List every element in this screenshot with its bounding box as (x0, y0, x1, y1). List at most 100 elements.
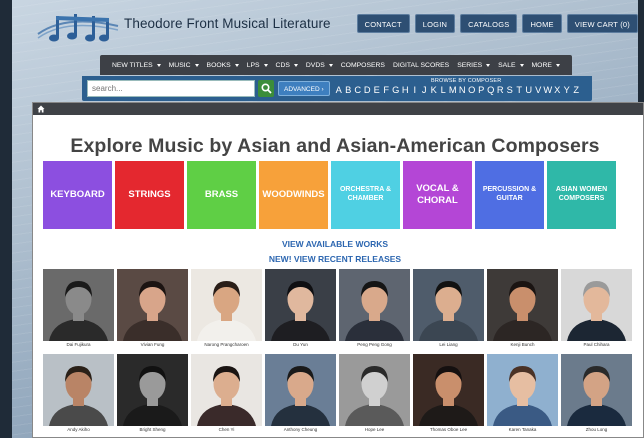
composer-photo[interactable] (191, 354, 262, 426)
letter-link-w[interactable]: W (543, 85, 553, 95)
composer-name[interactable]: Karen Tanaka (487, 426, 558, 433)
letter-link-r[interactable]: R (496, 85, 506, 95)
composer-card[interactable]: Paul Chihara (561, 269, 632, 348)
composer-card[interactable]: Lei Liang (413, 269, 484, 348)
composer-photo[interactable] (339, 269, 410, 341)
composer-card[interactable]: Thomas Oboe Lee (413, 354, 484, 433)
composer-name[interactable]: Bright Sheng (117, 426, 188, 433)
letter-link-z[interactable]: Z (572, 85, 582, 95)
composer-photo[interactable] (487, 269, 558, 341)
composer-card[interactable]: Hope Lee (339, 354, 410, 433)
nav-cds[interactable]: CDS (276, 62, 298, 69)
letter-link-v[interactable]: V (534, 85, 544, 95)
category-tile-strings[interactable]: STRINGS (115, 161, 184, 229)
composer-photo[interactable] (265, 354, 336, 426)
letter-link-a[interactable]: A (334, 85, 344, 95)
nav-music[interactable]: MUSIC (169, 62, 199, 69)
composer-card[interactable]: Karen Tanaka (487, 354, 558, 433)
letter-link-q[interactable]: Q (486, 85, 496, 95)
composer-photo[interactable] (191, 269, 262, 341)
view-available-works-link[interactable]: VIEW AVAILABLE WORKS (33, 237, 637, 252)
composer-card[interactable]: Andy Akiho (43, 354, 114, 433)
composer-card[interactable]: Kenji Bunch (487, 269, 558, 348)
composer-card[interactable]: Chen Yi (191, 354, 262, 433)
login-button[interactable]: LOGIN (414, 14, 456, 33)
letter-link-p[interactable]: P (477, 85, 487, 95)
nav-dvds[interactable]: DVDS (306, 62, 333, 69)
letter-link-u[interactable]: U (524, 85, 534, 95)
composer-photo[interactable] (43, 269, 114, 341)
composer-name[interactable]: Peng Peng Gong (339, 341, 410, 348)
letter-link-j[interactable]: J (420, 85, 430, 95)
nav-more[interactable]: MORE (532, 62, 560, 69)
letter-link-l[interactable]: L (439, 85, 449, 95)
letter-link-d[interactable]: D (363, 85, 373, 95)
letter-link-i[interactable]: I (410, 85, 420, 95)
composer-name[interactable]: Du Yun (265, 341, 336, 348)
letter-link-h[interactable]: H (401, 85, 411, 95)
search-input[interactable] (87, 80, 255, 97)
composer-card[interactable]: Peng Peng Gong (339, 269, 410, 348)
search-button[interactable] (258, 80, 274, 97)
composer-photo[interactable] (561, 354, 632, 426)
category-tile-vocal-choral[interactable]: VOCAL & CHORAL (403, 161, 472, 229)
composer-card[interactable]: Vivian Fung (117, 269, 188, 348)
site-title[interactable]: Theodore Front Musical Literature (124, 16, 331, 31)
composer-name[interactable]: Narong Prangcharoen (191, 341, 262, 348)
composer-card[interactable]: Bright Sheng (117, 354, 188, 433)
letter-link-s[interactable]: S (505, 85, 515, 95)
composer-photo[interactable] (561, 269, 632, 341)
composer-name[interactable]: Lei Liang (413, 341, 484, 348)
letter-link-c[interactable]: C (353, 85, 363, 95)
composer-name[interactable]: Hope Lee (339, 426, 410, 433)
composer-name[interactable]: Anthony Cheung (265, 426, 336, 433)
site-logo[interactable] (36, 8, 120, 46)
composer-photo[interactable] (487, 354, 558, 426)
composer-photo[interactable] (117, 269, 188, 341)
contact-button[interactable]: CONTACT (356, 14, 410, 33)
composer-photo[interactable] (265, 269, 336, 341)
view-cart-button[interactable]: VIEW CART (0) (566, 14, 638, 33)
category-tile-woodwinds[interactable]: WOODWINDS (259, 161, 328, 229)
category-tile-percussion-guitar[interactable]: PERCUSSION & GUITAR (475, 161, 544, 229)
composer-name[interactable]: Thomas Oboe Lee (413, 426, 484, 433)
composer-name[interactable]: Andy Akiho (43, 426, 114, 433)
composer-name[interactable]: Dai Fujikura (43, 341, 114, 348)
letter-link-n[interactable]: N (458, 85, 468, 95)
category-tile-keyboard[interactable]: KEYBOARD (43, 161, 112, 229)
catalogs-button[interactable]: CATALOGS (460, 14, 518, 33)
nav-digital-scores[interactable]: DIGITAL SCORES (393, 62, 449, 69)
letter-link-y[interactable]: Y (562, 85, 572, 95)
composer-name[interactable]: Paul Chihara (561, 341, 632, 348)
letter-link-e[interactable]: E (372, 85, 382, 95)
nav-books[interactable]: BOOKS (207, 62, 239, 69)
composer-photo[interactable] (339, 354, 410, 426)
nav-series[interactable]: SERIES (457, 62, 491, 69)
composer-card[interactable]: Anthony Cheung (265, 354, 336, 433)
home-icon[interactable] (37, 105, 45, 113)
composer-card[interactable]: Du Yun (265, 269, 336, 348)
category-tile-asian-women-composers[interactable]: ASIAN WOMEN COMPOSERS (547, 161, 616, 229)
letter-link-t[interactable]: T (515, 85, 525, 95)
letter-link-g[interactable]: G (391, 85, 401, 95)
letter-link-k[interactable]: K (429, 85, 439, 95)
composer-photo[interactable] (43, 354, 114, 426)
nav-composers[interactable]: COMPOSERS (341, 62, 385, 69)
composer-name[interactable]: Chen Yi (191, 426, 262, 433)
category-tile-orchestra-chamber[interactable]: ORCHESTRA & CHAMBER (331, 161, 400, 229)
composer-name[interactable]: Zhou Long (561, 426, 632, 433)
letter-link-x[interactable]: X (553, 85, 563, 95)
nav-sale[interactable]: SALE (498, 62, 524, 69)
letter-link-o[interactable]: O (467, 85, 477, 95)
composer-photo[interactable] (413, 269, 484, 341)
home-button[interactable]: HOME (522, 14, 562, 33)
composer-card[interactable]: Narong Prangcharoen (191, 269, 262, 348)
composer-name[interactable]: Kenji Bunch (487, 341, 558, 348)
composer-name[interactable]: Vivian Fung (117, 341, 188, 348)
composer-card[interactable]: Dai Fujikura (43, 269, 114, 348)
letter-link-f[interactable]: F (382, 85, 392, 95)
nav-lps[interactable]: LPS (247, 62, 268, 69)
category-tile-brass[interactable]: BRASS (187, 161, 256, 229)
advanced-search-button[interactable]: ADVANCED › (278, 81, 330, 96)
composer-photo[interactable] (413, 354, 484, 426)
